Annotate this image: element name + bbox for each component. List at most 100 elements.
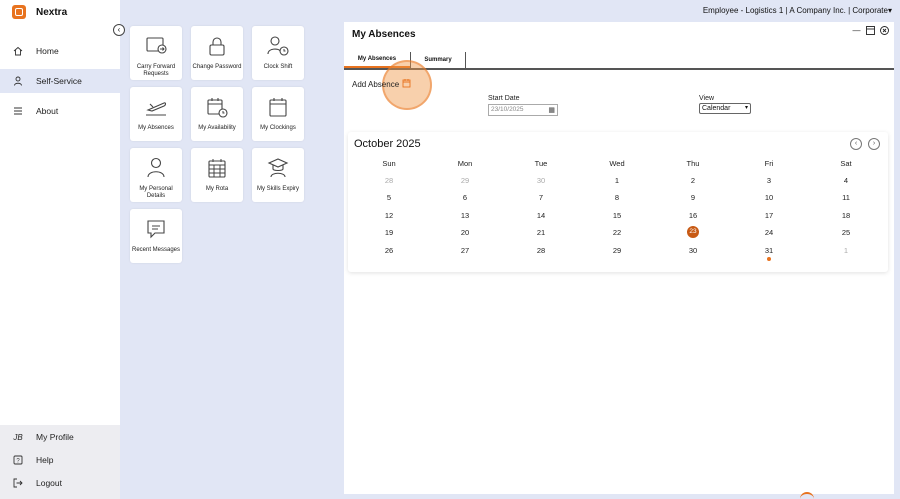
calendar-day[interactable]: 10: [731, 193, 807, 202]
maximize-icon[interactable]: [865, 25, 876, 36]
sidebar: Nextra Home Self-Service About JB My Pro…: [0, 0, 120, 499]
calendar-day[interactable]: 20: [427, 228, 503, 237]
calendar-day[interactable]: 24: [731, 228, 807, 237]
calendar-day[interactable]: 3: [731, 176, 807, 185]
sidebar-item-self-service[interactable]: Self-Service: [0, 69, 120, 93]
previous-month-button[interactable]: ‹: [850, 138, 862, 150]
calendar-day[interactable]: 7: [503, 193, 579, 202]
minimize-icon[interactable]: —: [851, 25, 862, 36]
calendar-day[interactable]: 22: [579, 228, 655, 237]
calendar-day[interactable]: 8: [579, 193, 655, 202]
weekday-header: Tue: [534, 159, 548, 168]
sidebar-item-label: About: [36, 106, 59, 116]
calendar-day[interactable]: 30: [655, 246, 731, 255]
sidebar-item-label: Home: [36, 46, 59, 56]
calendar-day[interactable]: 29: [427, 176, 503, 185]
close-icon[interactable]: [879, 25, 890, 36]
calendar-day[interactable]: 27: [427, 246, 503, 255]
carry-forward-icon: [146, 37, 167, 54]
brand: Nextra: [12, 5, 67, 19]
person-icon: [147, 157, 165, 178]
sidebar-item-label: Logout: [36, 478, 62, 488]
add-absence-label: Add Absence: [352, 79, 400, 89]
tile-my-skills-expiry[interactable]: My Skills Expiry: [252, 148, 304, 202]
calendar-day[interactable]: 15: [579, 211, 655, 220]
chevron-down-icon: ▾: [887, 6, 892, 15]
context-label: Employee - Logistics 1 | A Company Inc. …: [702, 6, 888, 15]
calendar-day[interactable]: 14: [503, 211, 579, 220]
plane-icon: [146, 102, 167, 116]
calendar-day[interactable]: 30: [503, 176, 579, 185]
calendar-day[interactable]: 25: [808, 228, 884, 237]
next-month-button[interactable]: ›: [868, 138, 880, 150]
calendar-day[interactable]: 6: [427, 193, 503, 202]
add-absence-button[interactable]: Add Absence: [352, 78, 412, 90]
calendar-day[interactable]: 18: [808, 211, 884, 220]
tile-label: My Skills Expiry: [256, 186, 299, 192]
initials-avatar: JB: [13, 432, 23, 442]
tile-my-rota[interactable]: My Rota: [191, 148, 243, 202]
tile-my-availability[interactable]: My Availability: [191, 87, 243, 141]
start-date-field[interactable]: 23/10/2025 ▦: [488, 104, 558, 116]
user-icon: [12, 75, 24, 87]
sidebar-item-help[interactable]: ? Help: [0, 448, 120, 472]
calendar-day[interactable]: 5: [351, 193, 427, 202]
tile-clock-shift[interactable]: Clock Shift: [252, 26, 304, 80]
calendar-day[interactable]: 9: [655, 193, 731, 202]
graduate-icon: [267, 158, 289, 178]
sidebar-item-about[interactable]: About: [0, 99, 120, 123]
sidebar-item-home[interactable]: Home: [0, 39, 120, 63]
brand-name: Nextra: [36, 6, 68, 18]
tile-my-clockings[interactable]: My Clockings: [252, 87, 304, 141]
tile-label: My Personal Details: [139, 186, 173, 199]
calendar-day[interactable]: 28: [503, 246, 579, 255]
message-icon: [147, 220, 165, 239]
selected-day-marker: 23: [687, 226, 699, 238]
weekday-header: Mon: [457, 159, 473, 168]
tile-my-absences[interactable]: My Absences: [130, 87, 182, 141]
calendar-day[interactable]: 19: [351, 228, 427, 237]
calendar-day[interactable]: 23: [655, 226, 731, 238]
panel-title: My Absences: [352, 29, 416, 40]
calendar-day[interactable]: 28: [351, 176, 427, 185]
calendar-day[interactable]: 16: [655, 211, 731, 220]
weekday-header: Sat: [840, 159, 852, 168]
view-select[interactable]: Calendar ▾: [699, 103, 751, 114]
calendar-day[interactable]: 17: [731, 211, 807, 220]
window-controls: —: [851, 25, 890, 36]
calendar-day[interactable]: 12: [351, 211, 427, 220]
calendar-day[interactable]: 13: [427, 211, 503, 220]
calendar-day[interactable]: 2: [655, 176, 731, 185]
start-date-label: Start Date: [488, 95, 520, 102]
clock-user-icon: [267, 36, 289, 56]
tile-label: Change Password: [192, 64, 242, 70]
view-label: View: [699, 95, 715, 102]
calendar-day[interactable]: 1: [808, 246, 884, 255]
calendar-day[interactable]: 4: [808, 176, 884, 185]
calendar-picker-icon[interactable]: ▦: [548, 106, 555, 116]
tile-change-password[interactable]: Change Password: [191, 26, 243, 80]
calendar-day[interactable]: 11: [808, 193, 884, 202]
calendar-day[interactable]: 31: [731, 246, 807, 255]
start-date-value: 23/10/2025: [491, 106, 524, 113]
tile-recent-messages[interactable]: Recent Messages: [130, 209, 182, 263]
tile-label: My Rota: [205, 186, 229, 192]
event-dot: [767, 257, 771, 261]
calendar-day[interactable]: 26: [351, 246, 427, 255]
tile-carry-forward-requests[interactable]: Carry Forward Requests: [130, 26, 182, 80]
calendar-day[interactable]: 1: [579, 176, 655, 185]
sidebar-item-my-profile[interactable]: JB My Profile: [0, 425, 120, 449]
help-icon: ?: [12, 454, 24, 466]
month-title: October 2025: [354, 138, 421, 150]
collapse-sidebar-button[interactable]: ‹: [113, 24, 125, 36]
context-selector[interactable]: Employee - Logistics 1 | A Company Inc. …: [703, 6, 892, 15]
calendar-day[interactable]: 29: [579, 246, 655, 255]
sidebar-item-logout[interactable]: Logout: [0, 471, 120, 495]
tab-bar: My Absences Summary: [344, 52, 894, 70]
nextra-logo-icon: [12, 5, 26, 19]
calendar-clock-icon: [207, 98, 228, 118]
sidebar-item-label: Self-Service: [36, 76, 82, 86]
calendar-day[interactable]: 21: [503, 228, 579, 237]
sidebar-item-label: My Profile: [36, 432, 74, 442]
tile-my-personal-details[interactable]: My Personal Details: [130, 148, 182, 202]
